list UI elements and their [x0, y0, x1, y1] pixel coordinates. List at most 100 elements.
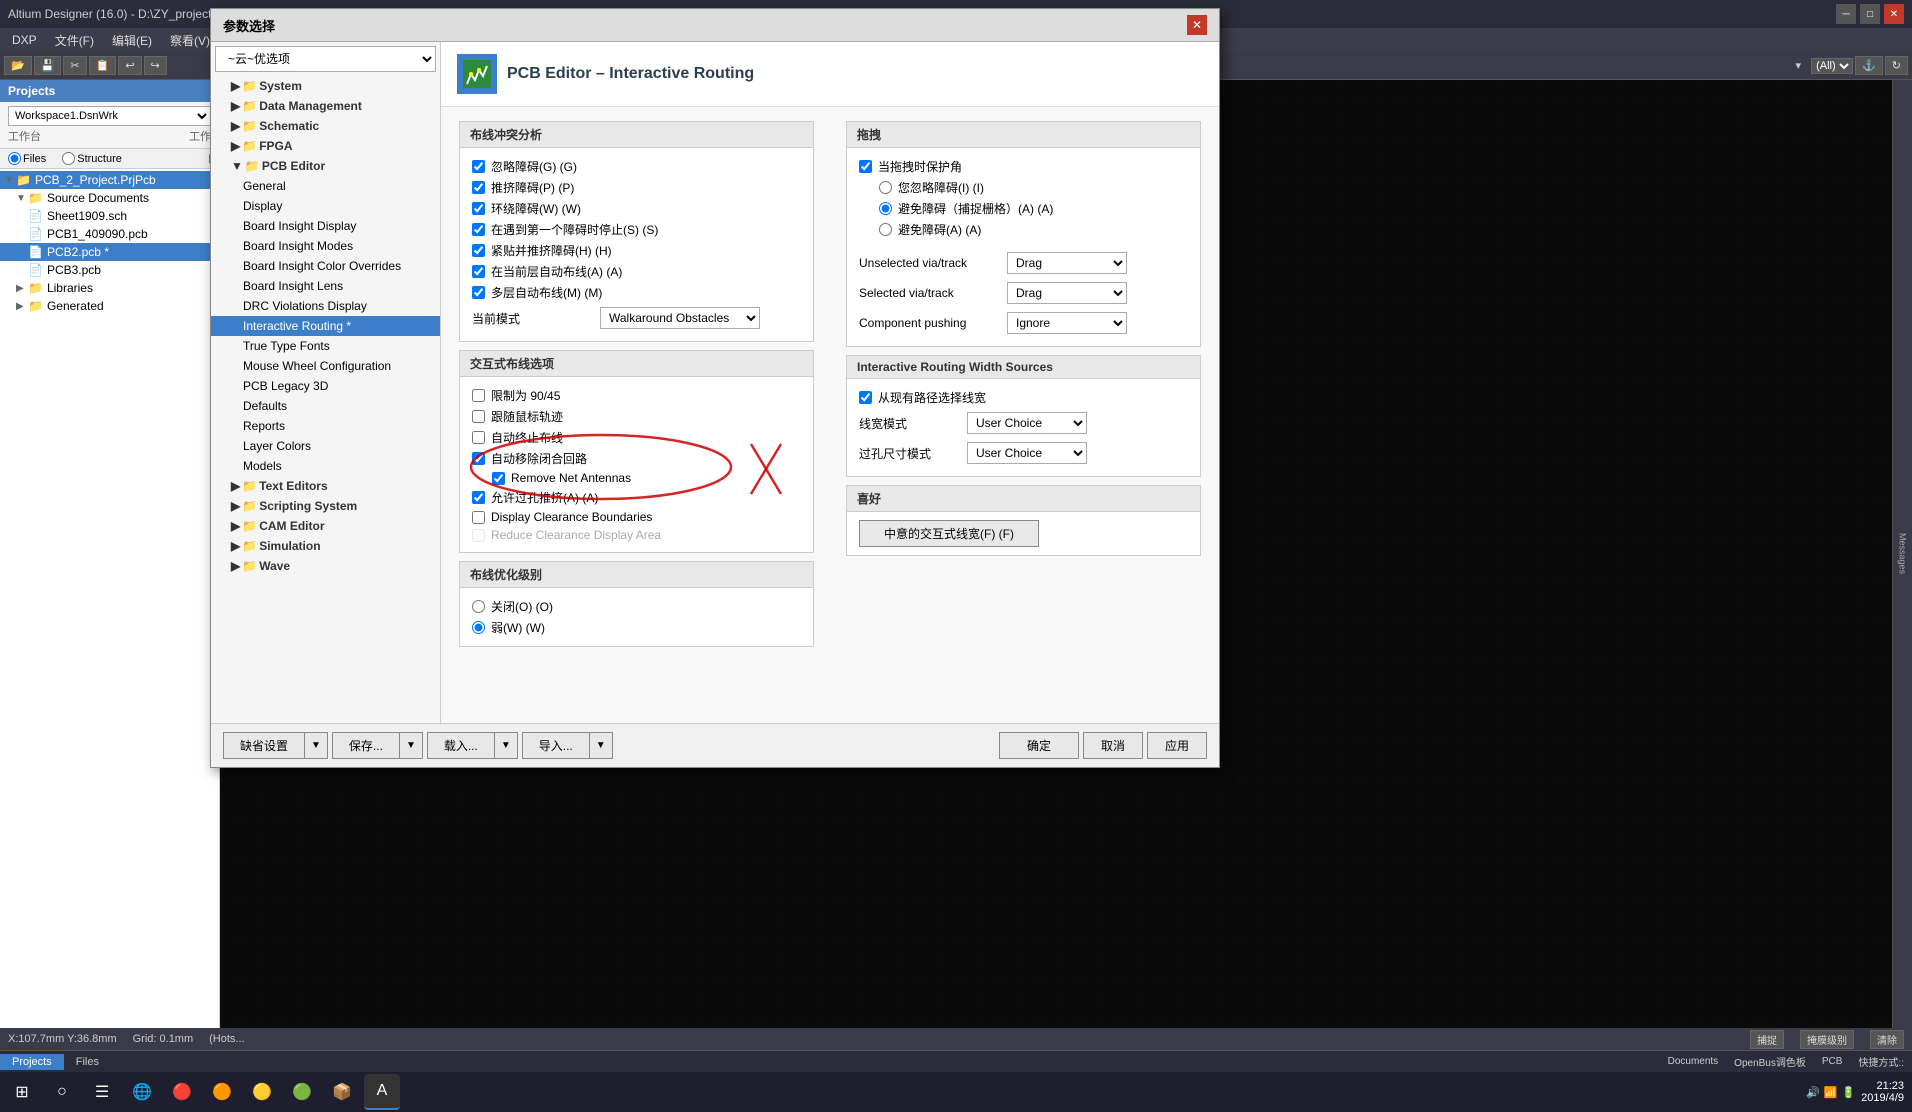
mask-btn[interactable]: 掩膜级别 — [1800, 1030, 1854, 1049]
radio-opt-weak[interactable] — [472, 621, 485, 634]
nav-text-editors[interactable]: ▶ 📁 Text Editors — [211, 476, 440, 496]
menu-dxp[interactable]: DXP — [4, 31, 45, 49]
toolbar-btn-1[interactable]: 📂 — [4, 56, 32, 75]
nav-interactive-routing[interactable]: Interactive Routing * — [211, 316, 440, 336]
cancel-btn[interactable]: 取消 — [1083, 732, 1143, 759]
nav-layer-colors[interactable]: Layer Colors — [211, 436, 440, 456]
menu-edit[interactable]: 编辑(E) — [104, 30, 160, 51]
apply-btn[interactable]: 应用 — [1147, 732, 1207, 759]
toolbar-btn-5[interactable]: ↩ — [118, 56, 141, 75]
nav-true-type[interactable]: True Type Fonts — [211, 336, 440, 356]
close-app-button[interactable]: ✕ — [1884, 4, 1904, 24]
cloud-dropdown[interactable]: ~云~优选项 — [215, 46, 436, 72]
nav-mouse-wheel[interactable]: Mouse Wheel Configuration — [211, 356, 440, 376]
tree-item-source-docs[interactable]: ▼ 📁 Source Documents — [0, 189, 219, 207]
nav-general[interactable]: General — [211, 176, 440, 196]
cb-remove-net-antennas[interactable] — [492, 472, 505, 485]
cb-reduce-clearance[interactable] — [472, 529, 485, 542]
cb-hug-push[interactable] — [472, 244, 485, 257]
nav-fpga[interactable]: ▶ 📁 FPGA — [211, 136, 440, 156]
unselected-via-select[interactable]: Drag — [1007, 252, 1127, 274]
nav-scripting[interactable]: ▶ 📁 Scripting System — [211, 496, 440, 516]
tab-documents[interactable]: Documents — [1660, 1054, 1727, 1069]
tab-shortcuts[interactable]: 快捷方式:: — [1850, 1052, 1912, 1071]
cb-autoroute-layer[interactable] — [472, 265, 485, 278]
selected-via-select[interactable]: Drag — [1007, 282, 1127, 304]
nav-pcb-legacy[interactable]: PCB Legacy 3D — [211, 376, 440, 396]
workspace-select[interactable]: Workspace1.DsnWrk — [8, 106, 211, 126]
radio-avoid-obstacles[interactable] — [879, 223, 892, 236]
ok-btn[interactable]: 确定 — [999, 732, 1079, 759]
nav-board-insight-color[interactable]: Board Insight Color Overrides — [211, 256, 440, 276]
start-button[interactable]: ⊞ — [4, 1074, 40, 1110]
tab-projects[interactable]: Projects — [0, 1054, 64, 1070]
nav-models[interactable]: Models — [211, 456, 440, 476]
cb-autoroute-multi[interactable] — [472, 286, 485, 299]
tab-files[interactable]: Files — [64, 1054, 111, 1070]
radio-ignore[interactable] — [879, 181, 892, 194]
load-arrow[interactable]: ▼ — [494, 732, 518, 759]
minimize-button[interactable]: ─ — [1836, 4, 1856, 24]
cb-pick-existing[interactable] — [859, 391, 872, 404]
cb-follow-mouse[interactable] — [472, 410, 485, 423]
tree-item-pcb3[interactable]: 📄 PCB3.pcb — [0, 261, 219, 279]
tree-item-pcb1[interactable]: 📄 PCB1_409090.pcb — [0, 225, 219, 243]
tree-item-libraries[interactable]: ▶ 📁 Libraries — [0, 279, 219, 297]
nav-schematic[interactable]: ▶ 📁 Schematic — [211, 116, 440, 136]
nav-display[interactable]: Display — [211, 196, 440, 216]
nav-drc[interactable]: DRC Violations Display — [211, 296, 440, 316]
nav-defaults[interactable]: Defaults — [211, 396, 440, 416]
cb-walkaround[interactable] — [472, 202, 485, 215]
current-mode-select[interactable]: Walkaround Obstacles — [600, 307, 760, 329]
cb-stop-first[interactable] — [472, 223, 485, 236]
cb-auto-terminate[interactable] — [472, 431, 485, 444]
radio-files[interactable]: Files — [0, 149, 54, 168]
radio-structure[interactable]: Structure — [54, 149, 130, 168]
cb-display-clearance[interactable] — [472, 511, 485, 524]
altium-icon[interactable]: A — [364, 1074, 400, 1110]
clear-btn[interactable]: 清除 — [1870, 1030, 1904, 1049]
search-button[interactable]: ○ — [44, 1074, 80, 1110]
tab-openbus[interactable]: OpenBus调色板 — [1726, 1052, 1814, 1071]
tree-item-project[interactable]: ▼ 📁 PCB_2_Project.PrjPcb — [0, 171, 219, 189]
snap-btn[interactable]: ⚓ — [1855, 56, 1883, 75]
app-icon-3[interactable]: 🟡 — [244, 1074, 280, 1110]
nav-wave[interactable]: ▶ 📁 Wave — [211, 556, 440, 576]
menu-file[interactable]: 文件(F) — [47, 30, 102, 51]
nav-pcb-editor[interactable]: ▼ 📁 PCB Editor — [211, 156, 440, 176]
favorite-btn[interactable]: 中意的交互式线宽(F) (F) — [859, 520, 1039, 547]
app-icon-1[interactable]: 🔴 — [164, 1074, 200, 1110]
toolbar-btn-6[interactable]: ↪ — [144, 56, 167, 75]
toolbar-btn-2[interactable]: 💾 — [34, 56, 62, 75]
nav-board-insight-display[interactable]: Board Insight Display — [211, 216, 440, 236]
import-btn[interactable]: 导入... — [522, 732, 589, 759]
via-size-select[interactable]: User Choice — [967, 442, 1087, 464]
refresh-btn[interactable]: ↻ — [1885, 56, 1908, 75]
nav-cam[interactable]: ▶ 📁 CAM Editor — [211, 516, 440, 536]
tree-item-pcb2[interactable]: 📄 PCB2.pcb * — [0, 243, 219, 261]
cb-limit-90-45[interactable] — [472, 389, 485, 402]
dialog-close-button[interactable]: ✕ — [1187, 15, 1207, 35]
app-icon-4[interactable]: 🟢 — [284, 1074, 320, 1110]
cb-allow-via-push[interactable] — [472, 491, 485, 504]
nav-system[interactable]: ▶ 📁 System — [211, 76, 440, 96]
app-icon-2[interactable]: 🟠 — [204, 1074, 240, 1110]
app-icon-5[interactable]: 📦 — [324, 1074, 360, 1110]
toolbar-btn-3[interactable]: ✂ — [63, 56, 86, 75]
filter-select[interactable]: (All) — [1811, 58, 1853, 74]
component-pushing-select[interactable]: Ignore — [1007, 312, 1127, 334]
edge-icon[interactable]: 🌐 — [124, 1074, 160, 1110]
capture-btn[interactable]: 捕捉 — [1750, 1030, 1784, 1049]
load-btn[interactable]: 载入... — [427, 732, 494, 759]
save-btn[interactable]: 保存... — [332, 732, 399, 759]
tree-item-sheet[interactable]: 📄 Sheet1909.sch — [0, 207, 219, 225]
nav-reports[interactable]: Reports — [211, 416, 440, 436]
cb-protect-corners[interactable] — [859, 160, 872, 173]
tab-pcb[interactable]: PCB — [1814, 1054, 1851, 1069]
cb-push-obstacles[interactable] — [472, 181, 485, 194]
import-arrow[interactable]: ▼ — [589, 732, 613, 759]
nav-data-management[interactable]: ▶ 📁 Data Management — [211, 96, 440, 116]
default-settings-arrow[interactable]: ▼ — [304, 732, 328, 759]
toolbar-btn-4[interactable]: 📋 — [89, 56, 117, 75]
cb-ignore-obstacles[interactable] — [472, 160, 485, 173]
